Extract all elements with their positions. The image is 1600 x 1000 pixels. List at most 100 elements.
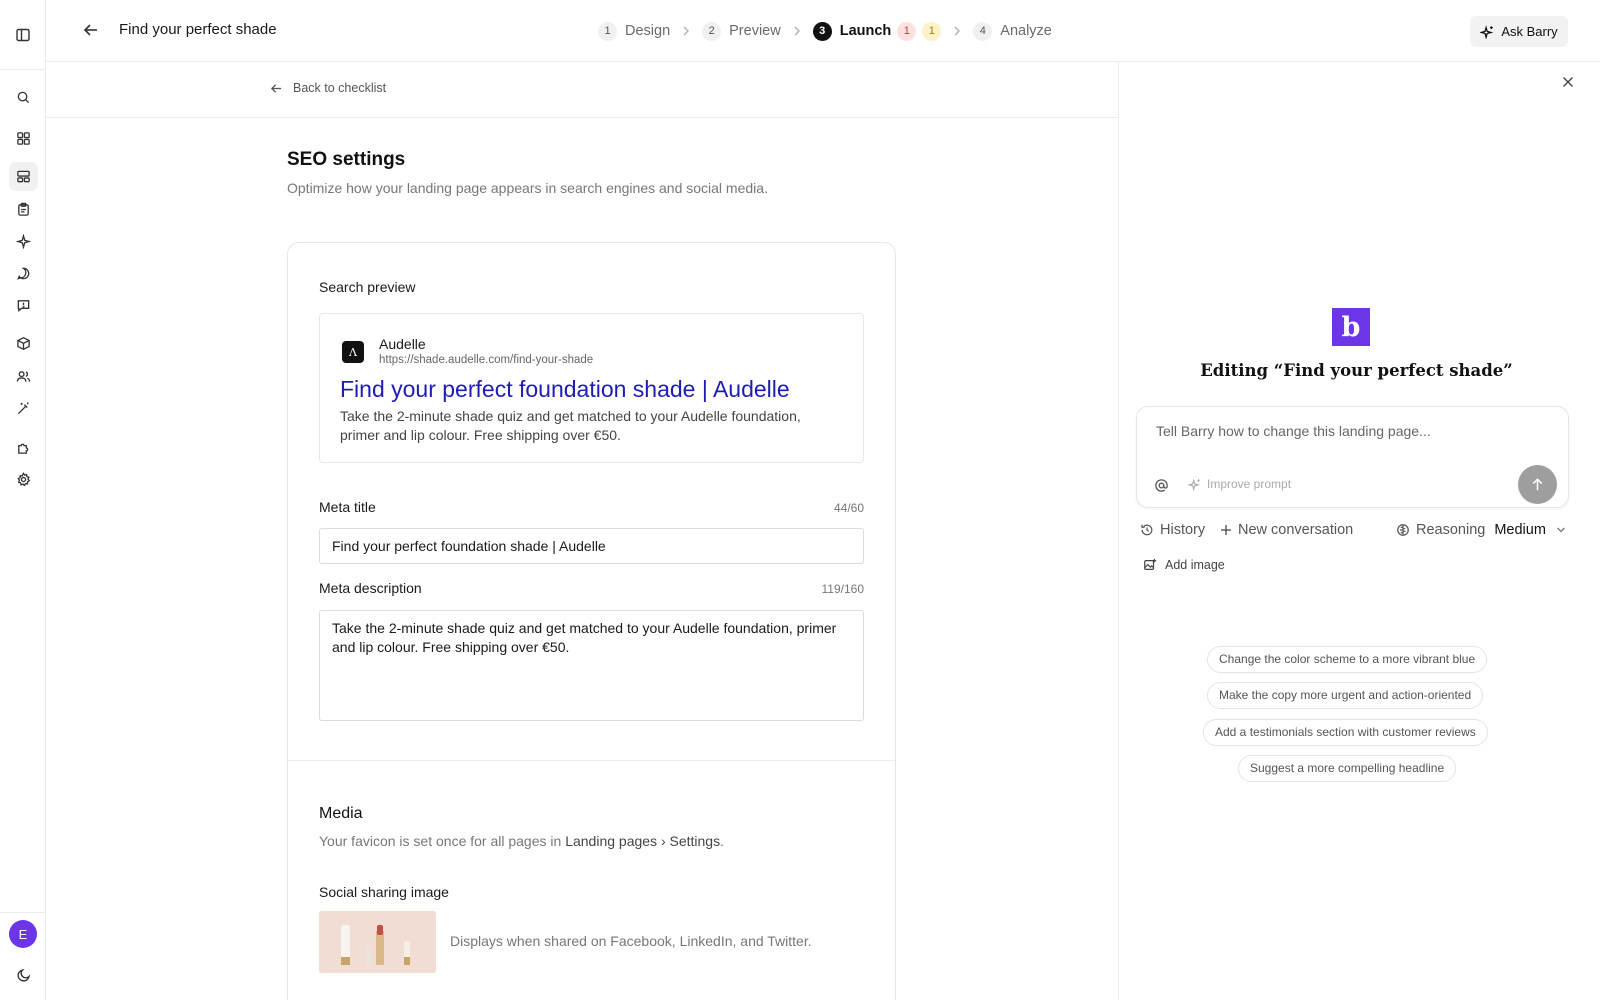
add-image-button[interactable]: Add image: [1143, 558, 1225, 572]
meta-title-label: Meta title: [319, 499, 376, 515]
section-subtitle: Optimize how your landing page appears i…: [287, 180, 768, 196]
media-subtitle: Your favicon is set once for all pages i…: [319, 833, 724, 849]
history-icon: [1140, 523, 1154, 537]
meta-description-label: Meta description: [319, 580, 422, 596]
barry-panel: b Editing “Find your perfect shade” Tell…: [1120, 62, 1600, 1000]
meta-title-input[interactable]: Find your perfect foundation shade | Aud…: [319, 528, 864, 564]
apps-icon[interactable]: [9, 124, 38, 153]
improve-prompt-button[interactable]: Improve prompt: [1188, 477, 1291, 491]
social-image-label: Social sharing image: [319, 884, 449, 900]
sparkle-icon: [1188, 477, 1201, 491]
result-description: Take the 2-minute shade quiz and get mat…: [340, 408, 801, 443]
social-image-thumbnail[interactable]: [319, 911, 436, 973]
reasoning-label: Reasoning: [1416, 522, 1486, 538]
ask-barry-button[interactable]: Ask Barry: [1470, 16, 1568, 47]
integrations-icon[interactable]: [9, 433, 38, 462]
site-url: https://shade.audelle.com/find-your-shad…: [379, 354, 594, 366]
close-icon[interactable]: [1562, 76, 1574, 88]
social-image-description: Displays when shared on Facebook, Linked…: [450, 933, 812, 949]
step-number: 3: [812, 21, 832, 41]
rail-divider: [0, 912, 46, 913]
settings-icon[interactable]: [9, 465, 38, 494]
step-design[interactable]: 1 Design: [598, 21, 671, 41]
feedback-icon[interactable]: [9, 291, 38, 320]
improve-prompt-label: Improve prompt: [1207, 477, 1292, 491]
step-label: Preview: [729, 23, 781, 39]
back-arrow-icon[interactable]: [82, 21, 100, 39]
step-label: Design: [625, 23, 671, 39]
box-icon[interactable]: [9, 329, 38, 358]
step-number: 2: [702, 21, 722, 41]
meta-description-textarea[interactable]: Take the 2-minute shade quiz and get mat…: [319, 610, 864, 721]
sparkle-icon: [1480, 24, 1494, 39]
suggestion-chip[interactable]: Suggest a more compelling headline: [1238, 755, 1457, 782]
reasoning-value: Medium: [1494, 522, 1546, 538]
chevron-right-icon: [953, 26, 961, 36]
send-button[interactable]: [1518, 465, 1557, 504]
rail-header: [0, 0, 45, 70]
step-number: 4: [973, 21, 993, 41]
section-title: SEO settings: [287, 149, 406, 170]
ask-barry-label: Ask Barry: [1501, 24, 1558, 39]
sub-header: Back to checklist: [46, 62, 1118, 118]
avatar[interactable]: E: [9, 920, 37, 948]
brain-icon: [1396, 523, 1410, 537]
magic-wand-icon[interactable]: [9, 394, 38, 423]
back-to-checklist-label: Back to checklist: [293, 81, 387, 95]
panel-toggle-icon[interactable]: [15, 27, 31, 43]
new-conversation-label: New conversation: [1238, 522, 1354, 538]
users-icon[interactable]: [9, 362, 38, 391]
reasoning-dropdown[interactable]: Reasoning Medium: [1396, 522, 1566, 538]
chevron-down-icon: [1556, 526, 1566, 534]
top-bar: Find your perfect shade 1 Design 2 Previ…: [46, 0, 1600, 62]
left-rail: E: [0, 0, 46, 1000]
media-subtitle-prefix: Your favicon is set once for all pages i…: [319, 833, 566, 849]
step-number: 1: [598, 21, 617, 41]
media-title: Media: [319, 805, 363, 822]
history-label: History: [1160, 522, 1206, 538]
step-label: Analyze: [1000, 23, 1052, 39]
arrow-up-icon: [1530, 477, 1545, 492]
search-preview-label: Search preview: [319, 279, 416, 295]
warning-count-badge: 1: [922, 21, 942, 41]
back-to-checklist-link[interactable]: Back to checklist: [270, 81, 386, 95]
chevron-right-icon: [682, 26, 690, 36]
meta-description-counter: 119/160: [821, 582, 865, 596]
result-title: Find your perfect foundation shade | Aud…: [340, 376, 790, 402]
plus-icon: [1220, 524, 1232, 536]
clipboard-icon[interactable]: [9, 195, 38, 224]
image-add-icon: [1143, 558, 1157, 572]
layout-icon[interactable]: [9, 162, 38, 191]
prompt-input[interactable]: Tell Barry how to change this landing pa…: [1156, 423, 1431, 439]
landing-settings-link[interactable]: Landing pages › Settings: [565, 833, 720, 849]
meta-title-counter: 44/60: [833, 501, 864, 515]
site-logo: Λ: [342, 341, 364, 363]
seo-card: Search preview Λ Audelle https://shade.a…: [287, 242, 896, 1000]
new-conversation-button[interactable]: New conversation: [1220, 522, 1353, 538]
chat-icon[interactable]: [9, 259, 38, 288]
history-button[interactable]: History: [1140, 522, 1205, 538]
step-label: Launch: [839, 23, 892, 39]
chevron-right-icon: [793, 26, 801, 36]
suggestion-chip[interactable]: Add a testimonials section with customer…: [1203, 719, 1488, 746]
suggestion-chip[interactable]: Make the copy more urgent and action-ori…: [1207, 682, 1484, 709]
step-launch[interactable]: 3 Launch: [812, 21, 892, 41]
stepper: 1 Design 2 Preview 3 Launch 1 1 4 Analyz…: [598, 19, 1052, 43]
site-name: Audelle: [379, 336, 426, 352]
prompt-composer[interactable]: Tell Barry how to change this landing pa…: [1136, 406, 1569, 508]
search-icon[interactable]: [9, 83, 38, 112]
media-subtitle-suffix: .: [720, 833, 724, 849]
suggestion-chip[interactable]: Change the color scheme to a more vibran…: [1207, 646, 1488, 673]
step-preview[interactable]: 2 Preview: [702, 21, 781, 41]
sparkle-icon[interactable]: [9, 227, 38, 256]
error-count-badge: 1: [897, 21, 917, 41]
section-divider: [288, 760, 895, 761]
add-image-label: Add image: [1165, 558, 1225, 572]
moon-icon[interactable]: [9, 960, 38, 989]
step-analyze[interactable]: 4 Analyze: [973, 21, 1052, 41]
mention-icon[interactable]: [1154, 478, 1169, 493]
search-preview: Λ Audelle https://shade.audelle.com/find…: [319, 313, 864, 463]
editing-heading: Editing “Find your perfect shade”: [1200, 361, 1513, 380]
main-content: Back to checklist SEO settings Optimize …: [46, 62, 1119, 1000]
arrow-left-icon: [270, 82, 283, 95]
